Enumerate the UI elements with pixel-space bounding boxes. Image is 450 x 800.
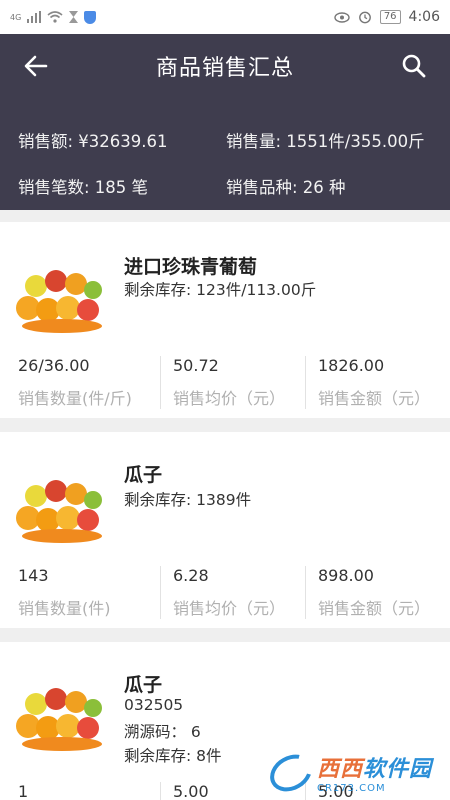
battery-level: 76 — [379, 10, 401, 24]
alarm-icon — [358, 11, 371, 24]
metric-quantity: 143 销售数量(件) — [0, 566, 160, 619]
clock: 4:06 — [408, 9, 440, 25]
page-title: 商品销售汇总 — [155, 56, 294, 81]
product-code: 032505 — [124, 696, 184, 714]
signal-icon — [27, 11, 42, 23]
stock-remaining: 剩余库存: 8件 — [124, 747, 222, 765]
back-arrow-icon[interactable] — [22, 52, 50, 80]
metric-value: 898.00 — [318, 566, 374, 585]
metric-label: 销售数量(件/斤) — [18, 389, 132, 408]
metric-avg-price: 6.28 销售均价（元） — [160, 566, 305, 619]
metric-label: 销售金额（元） — [318, 599, 431, 618]
metric-value: 50.72 — [173, 356, 219, 375]
fruit-image — [16, 688, 102, 751]
watermark-logo-icon — [263, 746, 319, 799]
metric-label: 销售数量(件) — [18, 599, 111, 618]
metrics-row: 26/36.00 销售数量(件/斤) 50.72 销售均价（元） 1826.00 销售… — [0, 356, 450, 409]
sales-amount: 销售额: ¥32639.61 — [18, 132, 168, 151]
watermark-text: 西西软件园 CR173.COM — [317, 751, 432, 794]
metric-avg-price: 50.72 销售均价（元） — [160, 356, 305, 409]
metric-total: 1826.00 销售金额（元） — [305, 356, 450, 409]
metric-quantity: 1 — [0, 782, 160, 800]
metric-label: 销售均价（元） — [173, 599, 286, 618]
watermark-side: 软件园 — [362, 757, 432, 782]
watermark-sub: CR173.COM — [316, 783, 386, 794]
shield-icon — [84, 10, 97, 24]
site-watermark: 西西软件园 CR173.COM — [263, 746, 432, 799]
hourglass-icon — [69, 11, 79, 23]
metric-value: 1826.00 — [318, 356, 385, 375]
metric-total: 898.00 销售金额（元） — [305, 566, 450, 619]
status-bar: 4G 76 4:06 — [0, 0, 450, 34]
metric-label: 销售均价（元） — [173, 389, 286, 408]
watermark-main: 西西 — [316, 757, 363, 782]
wifi-icon — [47, 11, 63, 23]
product-name: 瓜子 — [124, 464, 163, 486]
sales-orders: 销售笔数: 185 笔 — [18, 178, 149, 197]
product-name: 进口珍珠青葡萄 — [124, 256, 258, 278]
sales-kinds: 销售品种: 26 种 — [226, 178, 346, 197]
sales-quantity: 销售量: 1551件/355.00斤 — [226, 132, 425, 151]
search-icon[interactable] — [400, 52, 428, 80]
eye-icon — [334, 11, 350, 23]
summary-header: 商品销售汇总 销售额: ¥32639.61 销售量: 1551件/355.00斤… — [0, 34, 450, 210]
metric-value: 6.28 — [173, 566, 209, 585]
metric-value: 1 — [18, 782, 29, 800]
fruit-image — [16, 270, 102, 333]
metric-value: 26/36.00 — [18, 356, 90, 375]
app-bar: 商品销售汇总 — [0, 34, 450, 98]
product-card[interactable]: 瓜子 剩余库存: 1389件 143 销售数量(件) 6.28 销售均价（元） 89… — [0, 432, 450, 628]
stock-remaining: 剩余库存: 1389件 — [124, 491, 252, 509]
summary-stats: 销售额: ¥32639.61 销售量: 1551件/355.00斤 销售笔数: … — [0, 128, 450, 198]
network-type: 4G — [10, 12, 22, 22]
stock-remaining: 剩余库存: 123件/113.00斤 — [124, 281, 317, 299]
product-card[interactable]: 进口珍珠青葡萄 剩余库存: 123件/113.00斤 26/36.00 销售数量(… — [0, 222, 450, 418]
trace-code: 溯源码： 6 — [124, 723, 201, 741]
metric-label: 销售金额（元） — [318, 389, 431, 408]
fruit-image — [16, 480, 102, 543]
product-name: 瓜子 — [124, 674, 163, 696]
metric-quantity: 26/36.00 销售数量(件/斤) — [0, 356, 160, 409]
metric-value: 143 — [18, 566, 49, 585]
metrics-row: 143 销售数量(件) 6.28 销售均价（元） 898.00 销售金额（元） — [0, 566, 450, 619]
